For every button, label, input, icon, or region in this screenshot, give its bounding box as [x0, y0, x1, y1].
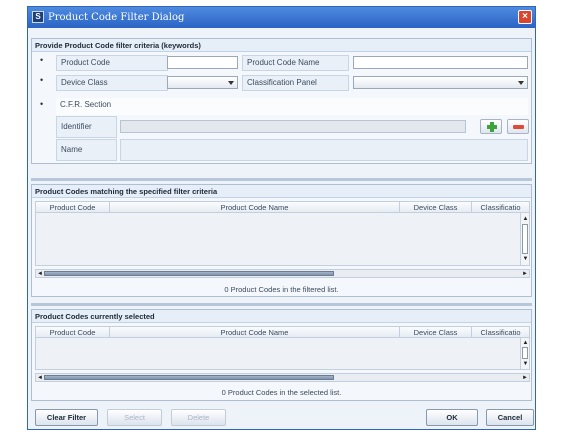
identifier-input[interactable]	[120, 120, 466, 133]
matching-table: Product Code Product Code Name Device Cl…	[35, 201, 530, 266]
name-value-field	[120, 139, 528, 161]
horizontal-scrollbar[interactable]: ◄ ►	[35, 269, 530, 278]
scroll-right-icon[interactable]: ►	[521, 374, 529, 382]
selected-table: Product Code Product Code Name Device Cl…	[35, 326, 530, 370]
vertical-scrollbar[interactable]: ▲ ▼	[520, 338, 529, 369]
matching-list-panel: Product Codes matching the specified fil…	[31, 184, 532, 297]
window-title: Product Code Filter Dialog	[48, 12, 185, 23]
classification-panel-label: Classification Panel	[242, 75, 349, 91]
remove-button[interactable]	[507, 119, 529, 134]
bullet-icon: •	[40, 75, 44, 85]
bullet-icon: •	[40, 99, 44, 109]
name-label: Name	[56, 139, 117, 161]
selected-list-title: Product Codes currently selected	[32, 310, 531, 323]
device-class-label: Device Class	[56, 75, 168, 91]
title-bar[interactable]: S Product Code Filter Dialog ×	[28, 7, 535, 28]
dialog-window: S Product Code Filter Dialog × Provide P…	[27, 6, 536, 430]
scroll-thumb[interactable]	[44, 375, 334, 380]
ok-button[interactable]: OK	[426, 409, 478, 426]
splitter-bar[interactable]	[31, 178, 532, 181]
chevron-down-icon	[228, 81, 234, 85]
horizontal-scrollbar[interactable]: ◄ ►	[35, 373, 530, 382]
scroll-up-icon[interactable]: ▲	[521, 339, 530, 347]
filter-criteria-panel: Provide Product Code filter criteria (ke…	[31, 38, 532, 164]
chevron-down-icon	[518, 81, 524, 85]
cancel-button[interactable]: Cancel	[486, 409, 534, 426]
splitter-bar[interactable]	[31, 303, 532, 306]
close-icon[interactable]: ×	[518, 10, 532, 24]
matching-status-text: 0 Product Codes in the filtered list.	[224, 285, 339, 294]
column-header[interactable]: Product Code Name	[110, 327, 400, 338]
product-code-input[interactable]	[167, 56, 238, 69]
dialog-icon: S	[32, 11, 44, 23]
scroll-right-icon[interactable]: ►	[521, 270, 529, 278]
product-code-name-input[interactable]	[353, 56, 528, 69]
column-header[interactable]: Product Code	[36, 202, 110, 213]
column-header[interactable]: Classificatio	[472, 327, 530, 338]
scroll-thumb[interactable]	[44, 271, 334, 276]
scroll-thumb[interactable]	[522, 224, 528, 254]
matching-list-title: Product Codes matching the specified fil…	[32, 185, 531, 198]
column-header[interactable]: Product Code Name	[110, 202, 400, 213]
scroll-down-icon[interactable]: ▼	[521, 255, 530, 263]
clear-filter-button[interactable]: Clear Filter	[35, 409, 98, 426]
classification-panel-select[interactable]	[353, 76, 528, 89]
column-header[interactable]: Device Class	[400, 327, 472, 338]
delete-button[interactable]: Delete	[171, 409, 226, 426]
bullet-icon: •	[40, 55, 44, 65]
scroll-down-icon[interactable]: ▼	[521, 360, 530, 368]
cfr-section-label: C.F.R. Section	[56, 98, 528, 115]
scroll-left-icon[interactable]: ◄	[36, 374, 44, 382]
selected-list-panel: Product Codes currently selected Product…	[31, 309, 532, 401]
filter-criteria-title: Provide Product Code filter criteria (ke…	[32, 39, 531, 52]
selected-status-text: 0 Product Codes in the selected list.	[221, 388, 342, 397]
column-header[interactable]: Product Code	[36, 327, 110, 338]
scroll-up-icon[interactable]: ▲	[521, 215, 530, 223]
scroll-left-icon[interactable]: ◄	[36, 270, 44, 278]
plus-icon	[487, 122, 497, 132]
product-code-name-label: Product Code Name	[242, 55, 349, 71]
device-class-select[interactable]	[167, 76, 238, 89]
minus-icon	[513, 125, 524, 129]
column-header[interactable]: Classificatio	[472, 202, 530, 213]
product-code-label: Product Code	[56, 55, 168, 71]
select-button[interactable]: Select	[107, 409, 162, 426]
add-button[interactable]	[480, 119, 502, 134]
scroll-thumb[interactable]	[522, 347, 528, 359]
column-header[interactable]: Device Class	[400, 202, 472, 213]
identifier-label: Identifier	[56, 116, 117, 138]
vertical-scrollbar[interactable]: ▲ ▼	[520, 213, 529, 265]
